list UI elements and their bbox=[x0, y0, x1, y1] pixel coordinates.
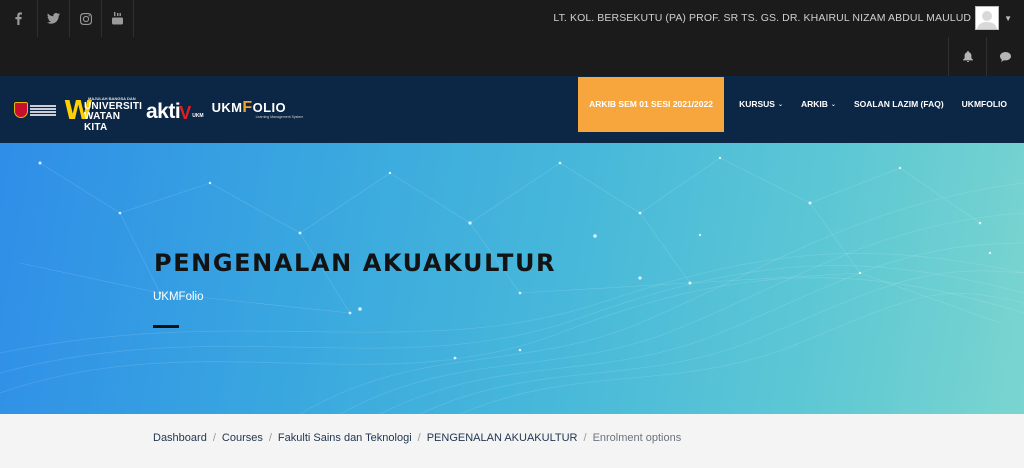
user-menu[interactable]: LT. KOL. BERSEKUTU (PA) PROF. SR TS. GS.… bbox=[553, 5, 1012, 31]
breadcrumb-course[interactable]: PENGENALAN AKUAKULTUR bbox=[427, 432, 578, 444]
breadcrumb-courses[interactable]: Courses bbox=[222, 432, 263, 444]
breadcrumb-bar: Dashboard / Courses / Fakulti Sains dan … bbox=[0, 414, 1024, 468]
breadcrumb: Dashboard / Courses / Fakulti Sains dan … bbox=[153, 432, 682, 444]
breadcrumb-faculty[interactable]: Fakulti Sains dan Teknologi bbox=[278, 432, 412, 444]
ukm-crest-icon bbox=[14, 102, 28, 118]
bell-icon[interactable] bbox=[948, 37, 986, 76]
title-underline bbox=[153, 325, 179, 328]
facebook-icon[interactable] bbox=[0, 0, 38, 37]
instagram-icon[interactable] bbox=[70, 0, 102, 37]
menu-item-faq[interactable]: SOALAN LAZIM (FAQ) bbox=[854, 99, 944, 109]
archive-semester-link[interactable]: ARKIB SEM 01 SESI 2021/2022 bbox=[578, 76, 725, 132]
notification-tools bbox=[948, 37, 1024, 76]
logo-group[interactable]: W MAJULAH BANGSA DAN UNIVERSITI WATAN KI… bbox=[14, 95, 304, 133]
menu-item-arkib[interactable]: ARKIB ⌄ bbox=[801, 99, 836, 109]
main-menu: ARKIB SEM 01 SESI 2021/2022 KURSUS ⌄ ARKI… bbox=[578, 76, 1024, 132]
universiti-watan-kita-logo: W MAJULAH BANGSA DAN UNIVERSITI WATAN KI… bbox=[64, 96, 143, 133]
ukm-logo[interactable] bbox=[14, 99, 59, 121]
aktiv-ukm-logo: akti V UKM bbox=[146, 100, 204, 124]
menu-item-ukmfolio[interactable]: UKMFOLIO bbox=[962, 99, 1007, 109]
top-bar: LT. KOL. BERSEKUTU (PA) PROF. SR TS. GS.… bbox=[0, 0, 1024, 76]
menu-item-kursus[interactable]: KURSUS ⌄ bbox=[739, 99, 783, 109]
breadcrumb-current: Enrolment options bbox=[592, 432, 682, 444]
user-name[interactable]: LT. KOL. BERSEKUTU (PA) PROF. SR TS. GS.… bbox=[553, 12, 971, 24]
chevron-down-icon[interactable]: ▼ bbox=[1004, 14, 1012, 23]
youtube-icon[interactable] bbox=[102, 0, 134, 37]
twitter-icon[interactable] bbox=[38, 0, 70, 37]
ukmfolio-logo: UKMFOLIO Learning Management System bbox=[211, 99, 304, 120]
breadcrumb-dashboard[interactable]: Dashboard bbox=[153, 432, 207, 444]
chevron-down-icon: ⌄ bbox=[830, 101, 836, 108]
social-links bbox=[0, 0, 134, 37]
course-title: PENGENALAN AKUAKULTUR bbox=[154, 249, 557, 277]
chat-icon[interactable] bbox=[986, 37, 1024, 76]
course-hero-banner: PENGENALAN AKUAKULTUR UKMFolio bbox=[0, 143, 1024, 414]
course-subtitle: UKMFolio bbox=[153, 291, 204, 303]
chevron-down-icon: ⌄ bbox=[777, 101, 783, 108]
network-background-graphic bbox=[0, 156, 1024, 414]
avatar[interactable] bbox=[975, 6, 1000, 30]
